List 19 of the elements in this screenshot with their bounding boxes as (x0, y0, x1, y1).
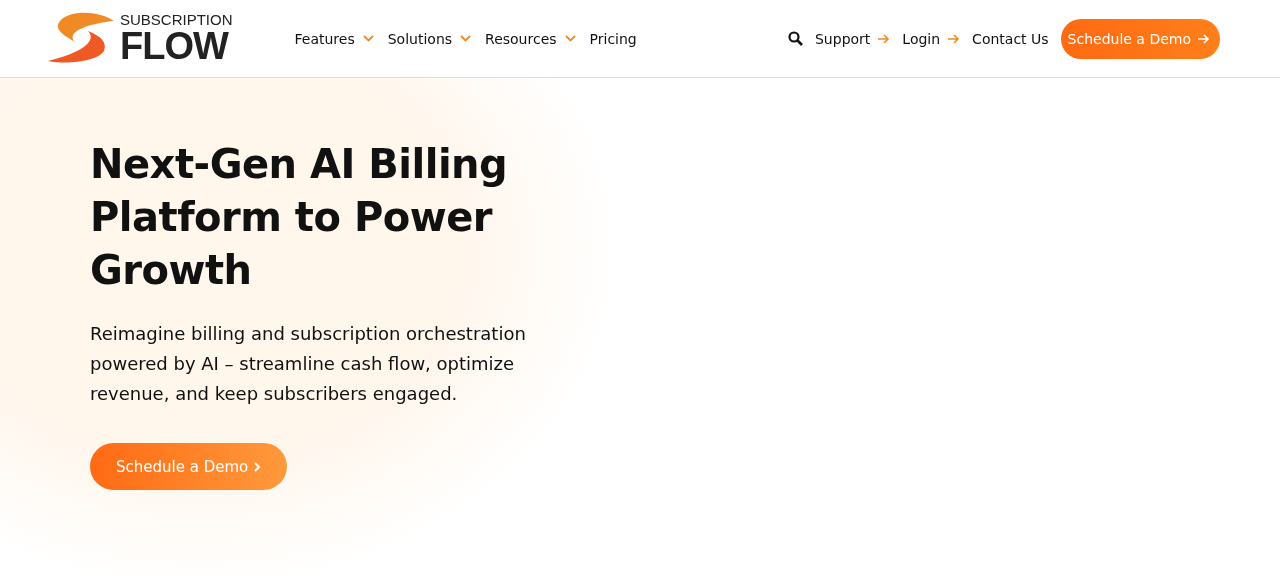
hero-description: Reimagine billing and subscription orchestration powered by AI – streamline cash flow, optimize revenue, and keep subscribers engaged. (90, 322, 527, 406)
arrow-right-icon (878, 33, 891, 44)
nav-link[interactable]: Contact Us (972, 30, 1049, 47)
nav-link[interactable]: Features (294, 30, 374, 47)
arrow-right-icon (948, 33, 961, 44)
arrow-right-icon (1198, 33, 1210, 44)
chevron-down-icon (460, 35, 472, 42)
chevron-down-icon (564, 35, 576, 42)
nav-link[interactable]: Resources (485, 30, 576, 47)
logo-wordmark-top: SUBSCRIPTION (120, 12, 233, 27)
nav-link[interactable]: Solutions (387, 30, 472, 47)
nav-link[interactable]: Login (902, 30, 961, 47)
nav-link[interactable]: Pricing (589, 30, 637, 47)
search-icon[interactable] (788, 31, 803, 46)
hero-heading: Next-Gen AI Billing Platform to Power Growth (90, 140, 509, 295)
chevron-down-icon (362, 35, 374, 42)
nav-link[interactable]: Support (815, 30, 891, 47)
chevron-right-icon (254, 461, 262, 472)
logo-wordmark: FLOW (120, 27, 230, 65)
